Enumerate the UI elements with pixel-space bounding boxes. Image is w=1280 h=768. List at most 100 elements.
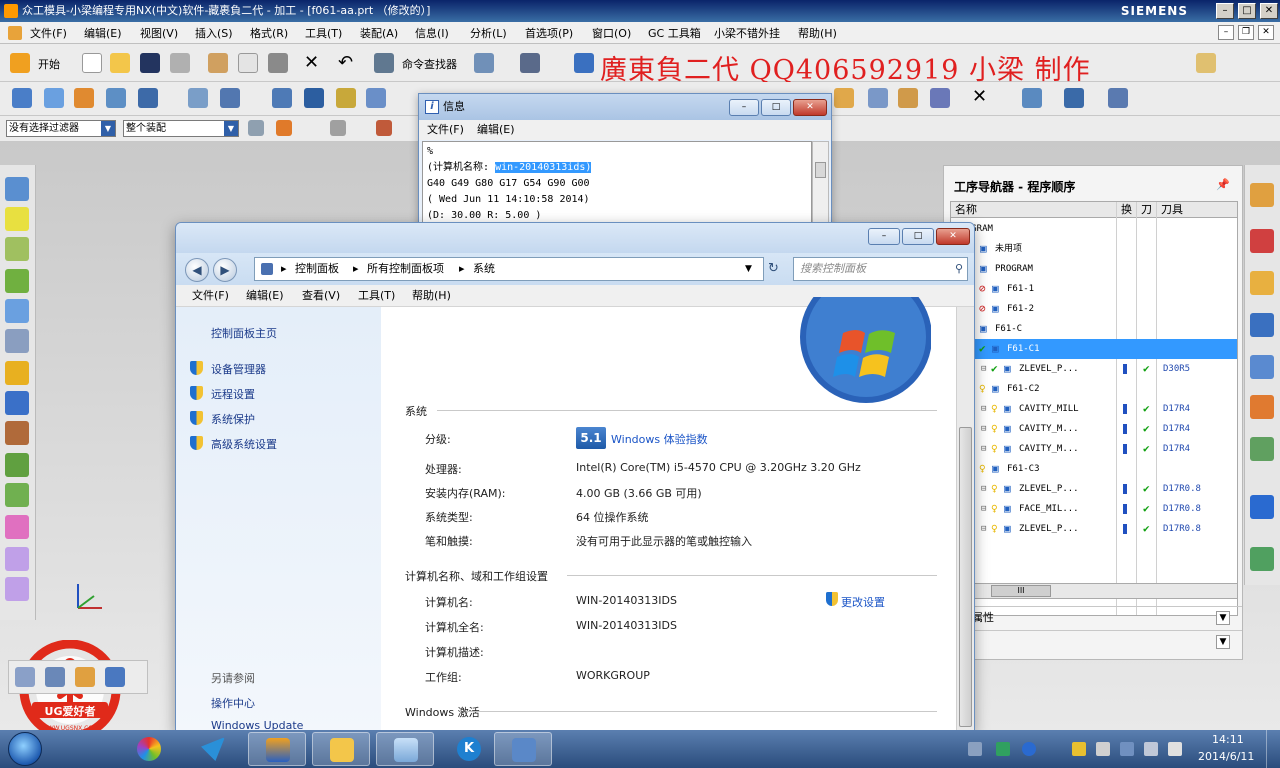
- operation-navigator-icon[interactable]: [1250, 313, 1274, 337]
- close-icon[interactable]: ✕: [1260, 3, 1278, 19]
- arrow-right-icon[interactable]: [5, 577, 29, 601]
- flower-icon[interactable]: [5, 515, 29, 539]
- taskbar-app-1[interactable]: [120, 732, 178, 766]
- menu-xiaoliang-plugin[interactable]: 小梁不错外挂: [714, 25, 780, 41]
- navigator-row[interactable]: ⊟♀▣F61-C3: [951, 459, 1237, 479]
- back-icon[interactable]: ◀: [185, 258, 209, 282]
- copy-icon[interactable]: [238, 53, 258, 73]
- verify-toolpath-icon[interactable]: [336, 88, 356, 108]
- menu-preferences[interactable]: 首选项(P): [525, 25, 573, 41]
- list-toolpath-icon[interactable]: [1064, 88, 1084, 108]
- navigator-row[interactable]: ⊟ ♀ ▣ CAVITY_MILL ✔ D17R4: [951, 399, 1237, 419]
- sys-menu-file[interactable]: 文件(F): [192, 285, 229, 307]
- sys-menu-tools[interactable]: 工具(T): [358, 285, 395, 307]
- refresh-icon[interactable]: ↻: [768, 261, 788, 279]
- change-settings-link[interactable]: 更改设置: [841, 594, 885, 610]
- maximize-icon[interactable]: □: [761, 99, 791, 116]
- action-center-link[interactable]: 操作中心: [211, 695, 255, 711]
- move-object-icon[interactable]: [5, 299, 29, 323]
- chevron-down-icon[interactable]: ▼: [745, 258, 752, 280]
- close-icon[interactable]: ✕: [936, 228, 970, 245]
- system-title-bar[interactable]: – □ ✕: [176, 223, 974, 253]
- tree-expander-icon[interactable]: ⊟: [981, 419, 986, 439]
- delete-icon[interactable]: ✕: [304, 52, 319, 73]
- breadcrumb-control-panel[interactable]: 控制面板: [295, 258, 339, 280]
- display-icon[interactable]: [1120, 742, 1134, 756]
- tree-expander-icon[interactable]: ⊟: [981, 479, 986, 499]
- tree-expander-icon[interactable]: ⊟: [981, 359, 986, 379]
- taskbar-nx[interactable]: [248, 732, 306, 766]
- scroll-thumb[interactable]: [959, 427, 972, 727]
- paste-icon[interactable]: [268, 53, 288, 73]
- replay-toolpath-icon[interactable]: [304, 88, 324, 108]
- rotate-90-icon[interactable]: [5, 207, 29, 231]
- sys-menu-view[interactable]: 查看(V): [302, 285, 340, 307]
- graph-icon[interactable]: [5, 269, 29, 293]
- part-navigator-icon[interactable]: [1196, 53, 1216, 73]
- window-switch-icon[interactable]: [520, 53, 540, 73]
- advanced-settings-link[interactable]: 高级系统设置: [211, 436, 277, 452]
- menu-analysis[interactable]: 分析(L): [470, 25, 507, 41]
- snap-icon[interactable]: [15, 667, 35, 687]
- clock-time[interactable]: 14:11: [1212, 733, 1244, 746]
- doc-close-icon[interactable]: ✕: [1258, 25, 1274, 40]
- constraint-navigator-icon[interactable]: [1250, 229, 1274, 253]
- wcs-orient-icon[interactable]: [5, 177, 29, 201]
- minimize-icon[interactable]: –: [868, 228, 900, 245]
- pin-icon[interactable]: 📌: [1216, 178, 1230, 191]
- create-geometry-icon[interactable]: [74, 88, 94, 108]
- action-center-flag-icon[interactable]: [1144, 742, 1158, 756]
- selection-filter-dropdown[interactable]: 没有选择过滤器 ▼: [6, 120, 116, 137]
- menu-file[interactable]: 文件(F): [30, 25, 67, 41]
- grid-icon[interactable]: [5, 237, 29, 261]
- navigator-row[interactable]: ⊟ ♀ ▣ CAVITY_M... ✔ D17R4: [951, 439, 1237, 459]
- column-header-name[interactable]: 名称: [951, 202, 1117, 218]
- minimize-icon[interactable]: –: [1216, 3, 1234, 19]
- info-title-bar[interactable]: i 信息 – □ ✕: [419, 94, 831, 120]
- tree-expander-icon[interactable]: ⊟: [981, 499, 986, 519]
- menu-information[interactable]: 信息(I): [415, 25, 449, 41]
- info-menu-file[interactable]: 文件(F): [427, 120, 464, 140]
- menu-assembly[interactable]: 装配(A): [360, 25, 398, 41]
- feeds-icon[interactable]: [1108, 88, 1128, 108]
- column-header-tool[interactable]: 刀具: [1157, 202, 1237, 218]
- navigator-row[interactable]: ⊟⊘▣F61-2: [951, 299, 1237, 319]
- breadcrumb-separator-icon[interactable]: ▸: [353, 258, 359, 280]
- volume-icon[interactable]: [1096, 742, 1110, 756]
- history-icon[interactable]: [1250, 437, 1274, 461]
- info-text-area[interactable]: % (计算机名称: win-20140313ids) G40 G49 G80 G…: [422, 141, 812, 233]
- menu-view[interactable]: 视图(V): [140, 25, 178, 41]
- start-button[interactable]: 开始: [38, 56, 60, 72]
- breadcrumb-system[interactable]: 系统: [473, 258, 495, 280]
- assembly-navigator-icon[interactable]: [1250, 183, 1274, 207]
- close-icon[interactable]: ✕: [793, 99, 827, 116]
- navigator-row[interactable]: PROGRAM: [951, 219, 1237, 239]
- select-edge-icon[interactable]: [376, 120, 392, 136]
- keyboard-icon[interactable]: [968, 742, 982, 756]
- search-icon[interactable]: ⚲: [955, 258, 963, 280]
- snap-point-icon[interactable]: [276, 120, 292, 136]
- navigator-row[interactable]: ⊟⊘▣F61-1: [951, 279, 1237, 299]
- measure-icon[interactable]: [5, 329, 29, 353]
- wave-icon[interactable]: [5, 453, 29, 477]
- navigator-row[interactable]: ⊟⊘▣PROGRAM: [951, 259, 1237, 279]
- remote-settings-link[interactable]: 远程设置: [211, 386, 255, 402]
- general-selection-icon[interactable]: [248, 120, 264, 136]
- scroll-thumb[interactable]: [815, 162, 826, 178]
- navigator-row[interactable]: ⊟♀▣F61-C2: [951, 379, 1237, 399]
- machine-tool-view-icon[interactable]: [138, 88, 158, 108]
- geometry-view-icon[interactable]: [188, 88, 208, 108]
- device-manager-link[interactable]: 设备管理器: [211, 361, 266, 377]
- command-finder-button[interactable]: 命令查找器: [402, 56, 457, 72]
- sys-menu-edit[interactable]: 编辑(E): [246, 285, 284, 307]
- shop-doc-icon[interactable]: [834, 88, 854, 108]
- info-menu-edit[interactable]: 编辑(E): [477, 120, 515, 140]
- arrow-left-icon[interactable]: [5, 547, 29, 571]
- create-operation-icon[interactable]: [12, 88, 32, 108]
- breadcrumb-all-items[interactable]: 所有控制面板项: [367, 258, 444, 280]
- show-desktop-button[interactable]: [1266, 730, 1280, 768]
- web-browser-icon[interactable]: [1250, 495, 1274, 519]
- tree-expander-icon[interactable]: ⊟: [981, 439, 986, 459]
- search-input[interactable]: 搜索控制面板 ⚲: [793, 257, 968, 281]
- tree-expander-icon[interactable]: ⊟: [981, 399, 986, 419]
